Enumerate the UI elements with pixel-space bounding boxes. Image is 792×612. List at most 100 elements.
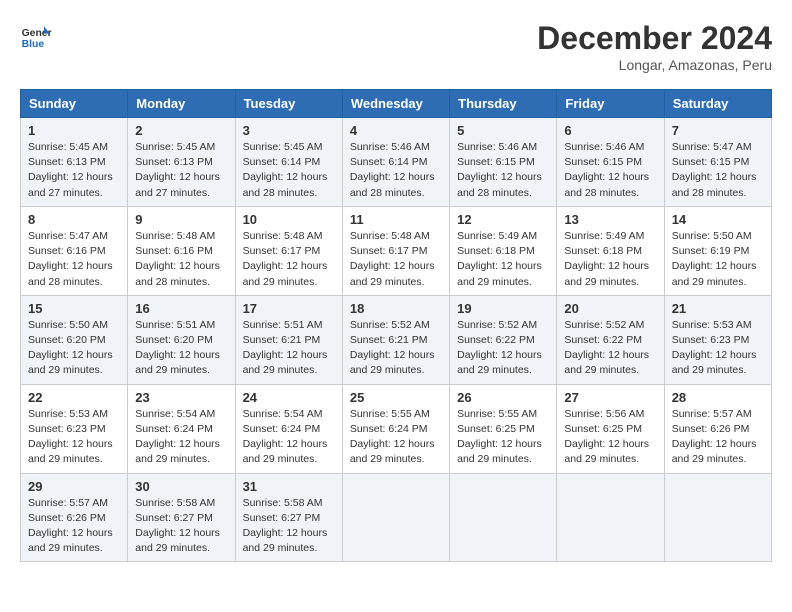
day-info: Sunrise: 5:45 AM Sunset: 6:13 PM Dayligh… <box>28 140 120 201</box>
col-friday: Friday <box>557 90 664 118</box>
day-number: 3 <box>243 123 335 138</box>
table-row: 16 Sunrise: 5:51 AM Sunset: 6:20 PM Dayli… <box>128 295 235 384</box>
month-title: December 2024 <box>537 20 772 57</box>
day-number: 11 <box>350 212 442 227</box>
table-row: 30 Sunrise: 5:58 AM Sunset: 6:27 PM Dayli… <box>128 473 235 562</box>
day-number: 15 <box>28 301 120 316</box>
col-wednesday: Wednesday <box>342 90 449 118</box>
table-row: 18 Sunrise: 5:52 AM Sunset: 6:21 PM Dayli… <box>342 295 449 384</box>
table-row: 13Sunrise: 5:49 AM Sunset: 6:18 PM Dayli… <box>557 206 664 295</box>
day-number: 31 <box>243 479 335 494</box>
day-number: 19 <box>457 301 549 316</box>
day-number: 23 <box>135 390 227 405</box>
day-number: 5 <box>457 123 549 138</box>
table-row: 6 Sunrise: 5:46 AM Sunset: 6:15 PM Daylig… <box>557 118 664 207</box>
table-row: 15 Sunrise: 5:50 AM Sunset: 6:20 PM Dayli… <box>21 295 128 384</box>
day-number: 8 <box>28 212 120 227</box>
col-monday: Monday <box>128 90 235 118</box>
table-row: 31Sunrise: 5:58 AM Sunset: 6:27 PM Dayli… <box>235 473 342 562</box>
svg-text:Blue: Blue <box>22 39 45 50</box>
day-number: 7 <box>672 123 764 138</box>
table-row: 5 Sunrise: 5:46 AM Sunset: 6:15 PM Daylig… <box>450 118 557 207</box>
table-row: 3Sunrise: 5:45 AM Sunset: 6:14 PM Daylig… <box>235 118 342 207</box>
calendar-week-row: 8 Sunrise: 5:47 AM Sunset: 6:16 PM Daylig… <box>21 206 772 295</box>
col-sunday: Sunday <box>21 90 128 118</box>
page-header: General Blue December 2024 Longar, Amazo… <box>20 20 772 73</box>
day-info: Sunrise: 5:50 AM Sunset: 6:20 PM Dayligh… <box>28 318 120 379</box>
table-row: 17 Sunrise: 5:51 AM Sunset: 6:21 PM Dayli… <box>235 295 342 384</box>
table-row <box>450 473 557 562</box>
day-info: Sunrise: 5:55 AM Sunset: 6:24 PM Dayligh… <box>350 407 442 468</box>
day-number: 24 <box>243 390 335 405</box>
day-number: 29 <box>28 479 120 494</box>
day-info: Sunrise: 5:48 AM Sunset: 6:17 PM Dayligh… <box>243 229 335 290</box>
day-number: 21 <box>672 301 764 316</box>
logo: General Blue <box>20 20 52 52</box>
table-row: 11 Sunrise: 5:48 AM Sunset: 6:17 PM Dayli… <box>342 206 449 295</box>
day-number: 4 <box>350 123 442 138</box>
col-saturday: Saturday <box>664 90 771 118</box>
day-info: Sunrise: 5:52 AM Sunset: 6:21 PM Dayligh… <box>350 318 442 379</box>
table-row: 4Sunrise: 5:46 AM Sunset: 6:14 PM Daylig… <box>342 118 449 207</box>
calendar-header-row: Sunday Monday Tuesday Wednesday Thursday… <box>21 90 772 118</box>
day-number: 16 <box>135 301 227 316</box>
table-row: 1 Sunrise: 5:45 AM Sunset: 6:13 PM Daylig… <box>21 118 128 207</box>
table-row <box>342 473 449 562</box>
day-number: 28 <box>672 390 764 405</box>
day-info: Sunrise: 5:49 AM Sunset: 6:18 PM Dayligh… <box>457 229 549 290</box>
day-info: Sunrise: 5:46 AM Sunset: 6:15 PM Dayligh… <box>564 140 656 201</box>
day-info: Sunrise: 5:53 AM Sunset: 6:23 PM Dayligh… <box>672 318 764 379</box>
table-row: 21 Sunrise: 5:53 AM Sunset: 6:23 PM Dayli… <box>664 295 771 384</box>
logo-icon: General Blue <box>20 20 52 52</box>
table-row: 7Sunrise: 5:47 AM Sunset: 6:15 PM Daylig… <box>664 118 771 207</box>
table-row: 9Sunrise: 5:48 AM Sunset: 6:16 PM Daylig… <box>128 206 235 295</box>
day-info: Sunrise: 5:48 AM Sunset: 6:17 PM Dayligh… <box>350 229 442 290</box>
day-number: 17 <box>243 301 335 316</box>
day-info: Sunrise: 5:53 AM Sunset: 6:23 PM Dayligh… <box>28 407 120 468</box>
day-info: Sunrise: 5:46 AM Sunset: 6:15 PM Dayligh… <box>457 140 549 201</box>
day-number: 18 <box>350 301 442 316</box>
day-number: 6 <box>564 123 656 138</box>
day-number: 1 <box>28 123 120 138</box>
calendar-week-row: 15 Sunrise: 5:50 AM Sunset: 6:20 PM Dayli… <box>21 295 772 384</box>
table-row <box>557 473 664 562</box>
table-row: 28Sunrise: 5:57 AM Sunset: 6:26 PM Dayli… <box>664 384 771 473</box>
day-number: 2 <box>135 123 227 138</box>
day-info: Sunrise: 5:57 AM Sunset: 6:26 PM Dayligh… <box>28 496 120 557</box>
calendar-week-row: 29 Sunrise: 5:57 AM Sunset: 6:26 PM Dayli… <box>21 473 772 562</box>
table-row: 23 Sunrise: 5:54 AM Sunset: 6:24 PM Dayli… <box>128 384 235 473</box>
day-number: 22 <box>28 390 120 405</box>
day-info: Sunrise: 5:54 AM Sunset: 6:24 PM Dayligh… <box>243 407 335 468</box>
day-info: Sunrise: 5:52 AM Sunset: 6:22 PM Dayligh… <box>564 318 656 379</box>
table-row <box>664 473 771 562</box>
day-info: Sunrise: 5:51 AM Sunset: 6:20 PM Dayligh… <box>135 318 227 379</box>
table-row: 26 Sunrise: 5:55 AM Sunset: 6:25 PM Dayli… <box>450 384 557 473</box>
table-row: 12 Sunrise: 5:49 AM Sunset: 6:18 PM Dayli… <box>450 206 557 295</box>
day-info: Sunrise: 5:55 AM Sunset: 6:25 PM Dayligh… <box>457 407 549 468</box>
day-number: 10 <box>243 212 335 227</box>
day-number: 30 <box>135 479 227 494</box>
day-number: 25 <box>350 390 442 405</box>
day-info: Sunrise: 5:56 AM Sunset: 6:25 PM Dayligh… <box>564 407 656 468</box>
day-info: Sunrise: 5:51 AM Sunset: 6:21 PM Dayligh… <box>243 318 335 379</box>
day-number: 14 <box>672 212 764 227</box>
day-number: 27 <box>564 390 656 405</box>
day-info: Sunrise: 5:47 AM Sunset: 6:16 PM Dayligh… <box>28 229 120 290</box>
table-row: 27 Sunrise: 5:56 AM Sunset: 6:25 PM Dayli… <box>557 384 664 473</box>
table-row: 20 Sunrise: 5:52 AM Sunset: 6:22 PM Dayli… <box>557 295 664 384</box>
day-number: 26 <box>457 390 549 405</box>
title-area: December 2024 Longar, Amazonas, Peru <box>537 20 772 73</box>
table-row: 14Sunrise: 5:50 AM Sunset: 6:19 PM Dayli… <box>664 206 771 295</box>
day-info: Sunrise: 5:45 AM Sunset: 6:13 PM Dayligh… <box>135 140 227 201</box>
table-row: 8 Sunrise: 5:47 AM Sunset: 6:16 PM Daylig… <box>21 206 128 295</box>
day-info: Sunrise: 5:58 AM Sunset: 6:27 PM Dayligh… <box>135 496 227 557</box>
table-row: 2 Sunrise: 5:45 AM Sunset: 6:13 PM Daylig… <box>128 118 235 207</box>
calendar-week-row: 22 Sunrise: 5:53 AM Sunset: 6:23 PM Dayli… <box>21 384 772 473</box>
day-info: Sunrise: 5:54 AM Sunset: 6:24 PM Dayligh… <box>135 407 227 468</box>
table-row: 22 Sunrise: 5:53 AM Sunset: 6:23 PM Dayli… <box>21 384 128 473</box>
calendar-table: Sunday Monday Tuesday Wednesday Thursday… <box>20 89 772 562</box>
day-number: 20 <box>564 301 656 316</box>
table-row: 29 Sunrise: 5:57 AM Sunset: 6:26 PM Dayli… <box>21 473 128 562</box>
day-number: 12 <box>457 212 549 227</box>
day-number: 9 <box>135 212 227 227</box>
